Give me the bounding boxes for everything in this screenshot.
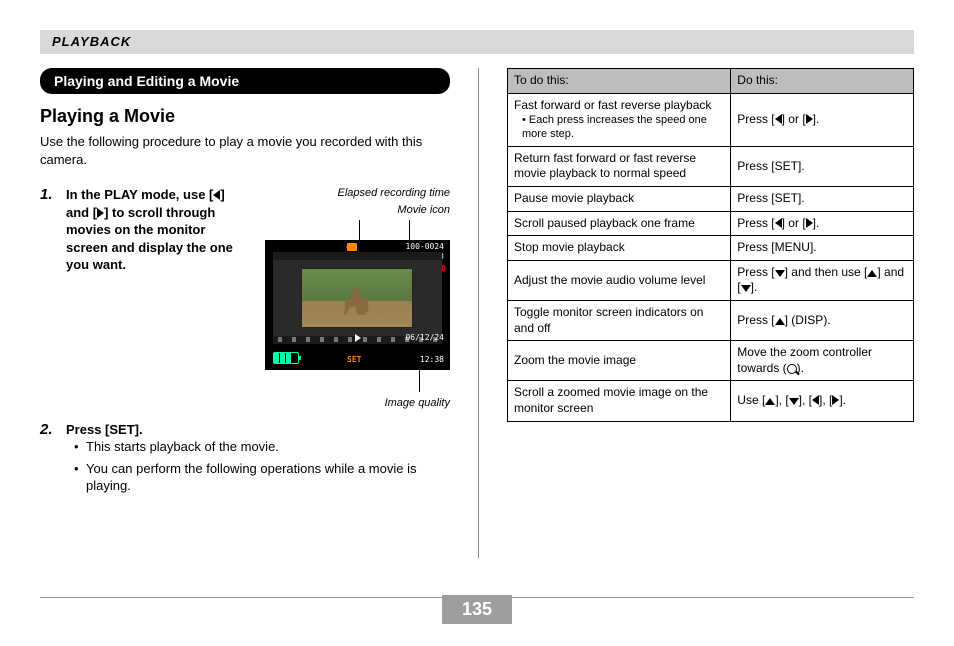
page-footer: 135 — [40, 597, 914, 626]
table-cell-do: Press [] and then use [] and []. — [731, 260, 914, 300]
page-title: Playing a Movie — [40, 106, 450, 127]
table-cell-do: Press [] or []. — [731, 93, 914, 146]
intro-text: Use the following procedure to play a mo… — [40, 133, 450, 168]
table-cell-todo: Zoom the movie image — [508, 341, 731, 381]
table-cell-todo: Scroll paused playback one frame — [508, 211, 731, 236]
table-row: Toggle monitor screen indicators on and … — [508, 300, 914, 340]
step-1-number: 1. — [40, 186, 58, 411]
table-row: Pause movie playbackPress [SET]. — [508, 186, 914, 211]
table-row: Return fast forward or fast reverse movi… — [508, 146, 914, 186]
right-column: To do this: Do this: Fast forward or fas… — [507, 68, 914, 558]
table-header-todo: To do this: — [508, 69, 731, 94]
table-cell-do: Use [], [], [], []. — [731, 381, 914, 421]
table-row: Adjust the movie audio volume levelPress… — [508, 260, 914, 300]
table-cell-do: Press [SET]. — [731, 146, 914, 186]
column-divider — [478, 68, 479, 558]
movie-icon — [347, 243, 357, 251]
step-1: 1. In the PLAY mode, use [] and [] to sc… — [40, 186, 450, 411]
play-icon — [355, 334, 361, 342]
table-cell-todo: Scroll a zoomed movie image on the monit… — [508, 381, 731, 421]
right-arrow-icon — [832, 395, 839, 405]
left-arrow-icon — [812, 395, 819, 405]
magnifier-icon — [787, 364, 797, 374]
table-cell-do: Move the zoom controller towards (). — [731, 341, 914, 381]
step-2-number: 2. — [40, 421, 58, 499]
down-arrow-icon — [775, 270, 785, 277]
battery-icon — [273, 352, 299, 364]
down-arrow-icon — [741, 285, 751, 292]
page-number: 135 — [442, 595, 512, 624]
left-arrow-icon — [775, 218, 782, 228]
section-title: Playing and Editing a Movie — [40, 68, 450, 94]
left-arrow-icon — [775, 114, 782, 124]
up-arrow-icon — [775, 318, 785, 325]
step-2-bullets: This starts playback of the movie. You c… — [66, 438, 450, 495]
up-arrow-icon — [867, 270, 877, 277]
callout-movie-icon: Movie icon — [260, 203, 450, 218]
up-arrow-icon — [765, 398, 775, 405]
right-arrow-icon — [806, 114, 813, 124]
down-arrow-icon — [789, 398, 799, 405]
lcd-screen: 100-0024 00:08:23 HQ 06/12/24 12:38 SET — [265, 240, 450, 370]
table-cell-do: Press [] (DISP). — [731, 300, 914, 340]
lcd-date: 06/12/24 — [405, 333, 444, 344]
callout-image-quality: Image quality — [260, 396, 450, 411]
table-cell-do: Press [] or []. — [731, 211, 914, 236]
content-columns: Playing and Editing a Movie Playing a Mo… — [40, 68, 914, 558]
table-cell-todo: Toggle monitor screen indicators on and … — [508, 300, 731, 340]
table-header-do: Do this: — [731, 69, 914, 94]
step-2: 2. Press [SET]. This starts playback of … — [40, 421, 450, 499]
table-row: Zoom the movie imageMove the zoom contro… — [508, 341, 914, 381]
step-2-title: Press [SET]. — [66, 421, 450, 439]
section-header: PLAYBACK — [40, 30, 914, 54]
table-cell-do: Press [MENU]. — [731, 236, 914, 261]
movie-thumbnail — [301, 268, 413, 328]
list-item: You can perform the following operations… — [86, 460, 450, 495]
right-arrow-icon — [97, 208, 104, 218]
table-cell-do: Press [SET]. — [731, 186, 914, 211]
table-row: Fast forward or fast reverse playbackEac… — [508, 93, 914, 146]
table-row: Scroll a zoomed movie image on the monit… — [508, 381, 914, 421]
table-row: Stop movie playbackPress [MENU]. — [508, 236, 914, 261]
table-cell-todo: Stop movie playback — [508, 236, 731, 261]
table-cell-todo: Fast forward or fast reverse playbackEac… — [508, 93, 731, 146]
table-cell-todo: Pause movie playback — [508, 186, 731, 211]
table-cell-todo: Adjust the movie audio volume level — [508, 260, 731, 300]
lcd-diagram: Elapsed recording time Movie icon 100-00… — [260, 186, 450, 411]
left-column: Playing and Editing a Movie Playing a Mo… — [40, 68, 450, 558]
table-cell-todo: Return fast forward or fast reverse movi… — [508, 146, 731, 186]
table-row: Scroll paused playback one framePress []… — [508, 211, 914, 236]
step-1-text: In the PLAY mode, use [] and [] to scrol… — [66, 186, 250, 411]
callout-elapsed: Elapsed recording time — [260, 186, 450, 201]
lcd-time: 12:38 — [420, 355, 444, 366]
list-item: This starts playback of the movie. — [86, 438, 450, 456]
right-arrow-icon — [806, 218, 813, 228]
controls-table: To do this: Do this: Fast forward or fas… — [507, 68, 914, 422]
lcd-set-label: SET — [347, 355, 361, 366]
